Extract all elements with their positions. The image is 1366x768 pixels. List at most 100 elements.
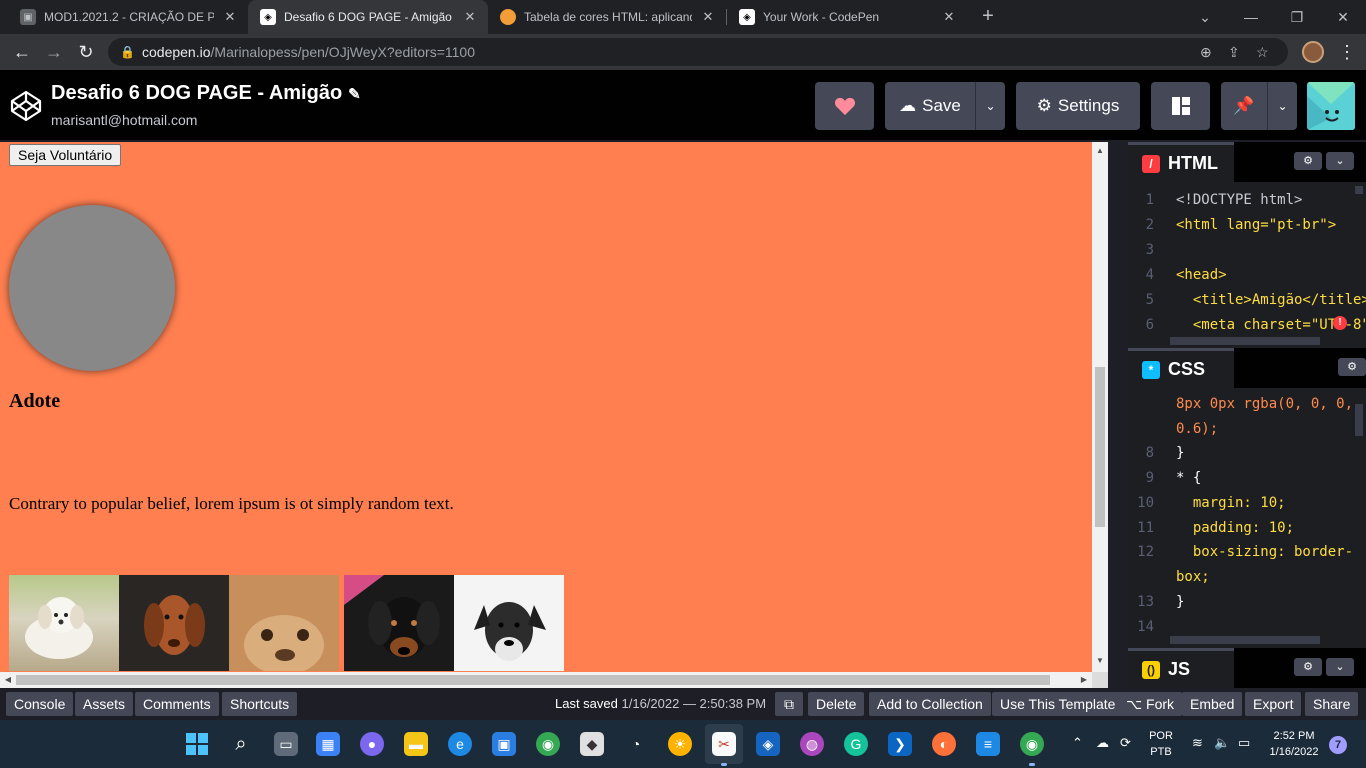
js-settings-icon[interactable]: ⚙: [1294, 658, 1322, 676]
zoom-icon[interactable]: ⊕: [1200, 38, 1212, 66]
pin-dropdown-button[interactable]: ⌄: [1267, 82, 1297, 130]
user-avatar[interactable]: [1307, 82, 1355, 130]
preview-vertical-scrollbar[interactable]: ▲ ▼: [1092, 142, 1108, 672]
tab-css[interactable]: * CSS: [1128, 348, 1234, 388]
restore-button[interactable]: ❐: [1274, 0, 1320, 34]
back-icon[interactable]: ←: [10, 40, 34, 64]
tab-search-icon[interactable]: ⌄: [1182, 0, 1228, 34]
comments-button[interactable]: Comments: [135, 692, 219, 716]
notepad-icon[interactable]: ≡: [976, 732, 1000, 756]
file-explorer-icon[interactable]: ▬: [404, 732, 428, 756]
pen-title[interactable]: Desafio 6 DOG PAGE - Amigão ✎: [51, 82, 361, 105]
use-template-button[interactable]: Use This Template: [992, 692, 1124, 716]
share-button[interactable]: Share: [1305, 692, 1359, 716]
new-tab-button[interactable]: +: [977, 5, 999, 27]
windows-start-icon[interactable]: [185, 732, 209, 756]
editor-resize-handle[interactable]: [1108, 142, 1128, 688]
tray-chevron-icon[interactable]: ⌃: [1072, 735, 1083, 751]
html-collapse-icon[interactable]: ⌄: [1326, 152, 1354, 170]
html-horizontal-scrollbar[interactable]: [1170, 337, 1320, 345]
embed-button[interactable]: Embed: [1182, 692, 1243, 716]
scroll-left-arrow-icon[interactable]: ◀: [0, 672, 16, 688]
html-code[interactable]: 1 <!DOCTYPE html> 2 <html lang="pt-br"> 3 …: [1128, 186, 1366, 345]
snipping-tool-icon[interactable]: ✂: [712, 732, 736, 756]
clock-time[interactable]: 2:52 PM: [1266, 730, 1322, 742]
shortcuts-button[interactable]: Shortcuts: [222, 692, 298, 716]
address-bar[interactable]: 🔒 codepen.io/Marinalopess/pen/OJjWeyX?ed…: [108, 38, 1288, 66]
browser-tab-desafio[interactable]: ◈ Desafio 6 DOG PAGE - Amigão ✕: [248, 0, 488, 34]
heart-button[interactable]: [815, 82, 874, 130]
scroll-down-arrow-icon[interactable]: ▼: [1092, 656, 1108, 665]
css-code[interactable]: 8px 0px rgba(0, 0, 0, 0.6); 8} 9 * { 10 m…: [1128, 392, 1366, 644]
close-window-button[interactable]: ✕: [1320, 0, 1366, 34]
wifi-icon[interactable]: ≋: [1192, 735, 1203, 751]
app-icon[interactable]: ◆: [580, 732, 604, 756]
js-collapse-icon[interactable]: ⌄: [1326, 658, 1354, 676]
fork-button[interactable]: ⌥ Fork: [1118, 692, 1183, 716]
scroll-thumb[interactable]: [1095, 367, 1105, 527]
open-external-button[interactable]: ⧉: [775, 692, 803, 716]
scroll-thumb[interactable]: [16, 675, 1050, 685]
chrome-icon[interactable]: ◉: [536, 732, 560, 756]
search-icon[interactable]: ⌕: [229, 732, 253, 756]
error-icon[interactable]: !: [1333, 316, 1347, 330]
browser-tab-mod1[interactable]: ▣ MOD1.2021.2 - CRIAÇÃO DE PÁG ✕: [8, 0, 248, 34]
html-settings-icon[interactable]: ⚙: [1294, 152, 1322, 170]
tab-js[interactable]: () JS: [1128, 648, 1234, 688]
scroll-up-arrow-icon[interactable]: ▲: [1092, 146, 1108, 155]
clock-date[interactable]: 1/16/2022: [1266, 746, 1322, 758]
reload-icon[interactable]: ↻: [74, 40, 98, 64]
scroll-right-arrow-icon[interactable]: ▶: [1076, 672, 1092, 688]
tab-html[interactable]: / HTML: [1128, 142, 1234, 182]
bookmark-star-icon[interactable]: ☆: [1256, 38, 1269, 66]
browser-menu-icon[interactable]: ⋮: [1338, 40, 1356, 64]
vscode-icon[interactable]: ❯: [888, 732, 912, 756]
volume-icon[interactable]: 🔈: [1214, 735, 1230, 751]
onedrive-icon[interactable]: ☁: [1096, 735, 1109, 751]
delete-button[interactable]: Delete: [808, 692, 865, 716]
task-view-icon[interactable]: ▭: [274, 732, 298, 756]
close-tab-icon[interactable]: ✕: [700, 9, 716, 25]
browser-tab-tabela[interactable]: Tabela de cores HTML: aplicando ✕: [488, 0, 726, 34]
css-settings-icon[interactable]: ⚙: [1338, 358, 1366, 376]
chrome-profile-icon[interactable]: ◉: [1020, 732, 1044, 756]
language-bottom[interactable]: PTB: [1146, 746, 1176, 758]
codepen-logo-icon[interactable]: [10, 90, 42, 122]
pin-button[interactable]: 📌: [1221, 82, 1267, 130]
sync-icon[interactable]: ⟳: [1120, 735, 1131, 751]
firefox-icon[interactable]: ◐: [932, 732, 956, 756]
weather-icon[interactable]: ☀: [668, 732, 692, 756]
minimize-button[interactable]: —: [1228, 0, 1274, 34]
html-vertical-scrollbar[interactable]: [1355, 186, 1363, 194]
language-top[interactable]: POR: [1146, 730, 1176, 742]
pencil-icon[interactable]: ✎: [348, 86, 361, 103]
settings-button[interactable]: ⚙ Settings: [1016, 82, 1140, 130]
close-tab-icon[interactable]: ✕: [222, 9, 238, 25]
paint-icon[interactable]: ◍: [800, 732, 824, 756]
chat-icon[interactable]: ●: [360, 732, 384, 756]
vpn-icon[interactable]: ◈: [756, 732, 780, 756]
add-to-collection-button[interactable]: Add to Collection: [869, 692, 991, 716]
profile-avatar[interactable]: [1302, 41, 1324, 63]
console-button[interactable]: Console: [6, 692, 74, 716]
close-tab-icon[interactable]: ✕: [462, 9, 478, 25]
speedometer-icon[interactable]: ◔: [624, 732, 648, 756]
close-tab-icon[interactable]: ✕: [941, 9, 957, 25]
css-vertical-scrollbar[interactable]: [1355, 404, 1363, 436]
widgets-icon[interactable]: ▦: [316, 732, 340, 756]
grammarly-icon[interactable]: G: [844, 732, 868, 756]
share-icon[interactable]: ⇪: [1228, 38, 1240, 66]
pen-owner[interactable]: marisantl@hotmail.com: [51, 112, 197, 128]
save-dropdown-button[interactable]: ⌄: [975, 82, 1005, 130]
battery-icon[interactable]: ▭: [1238, 735, 1250, 751]
layout-button[interactable]: [1151, 82, 1210, 130]
forward-icon[interactable]: →: [42, 40, 66, 64]
store-icon[interactable]: ▣: [492, 732, 516, 756]
export-button[interactable]: Export: [1245, 692, 1302, 716]
preview-horizontal-scrollbar[interactable]: ◀ ▶: [0, 672, 1092, 688]
css-horizontal-scrollbar[interactable]: [1170, 636, 1320, 644]
volunteer-button[interactable]: Seja Voluntário: [9, 144, 122, 166]
save-button[interactable]: ☁ Save: [885, 82, 975, 130]
edge-icon[interactable]: e: [448, 732, 472, 756]
notification-badge[interactable]: 7: [1329, 736, 1347, 754]
